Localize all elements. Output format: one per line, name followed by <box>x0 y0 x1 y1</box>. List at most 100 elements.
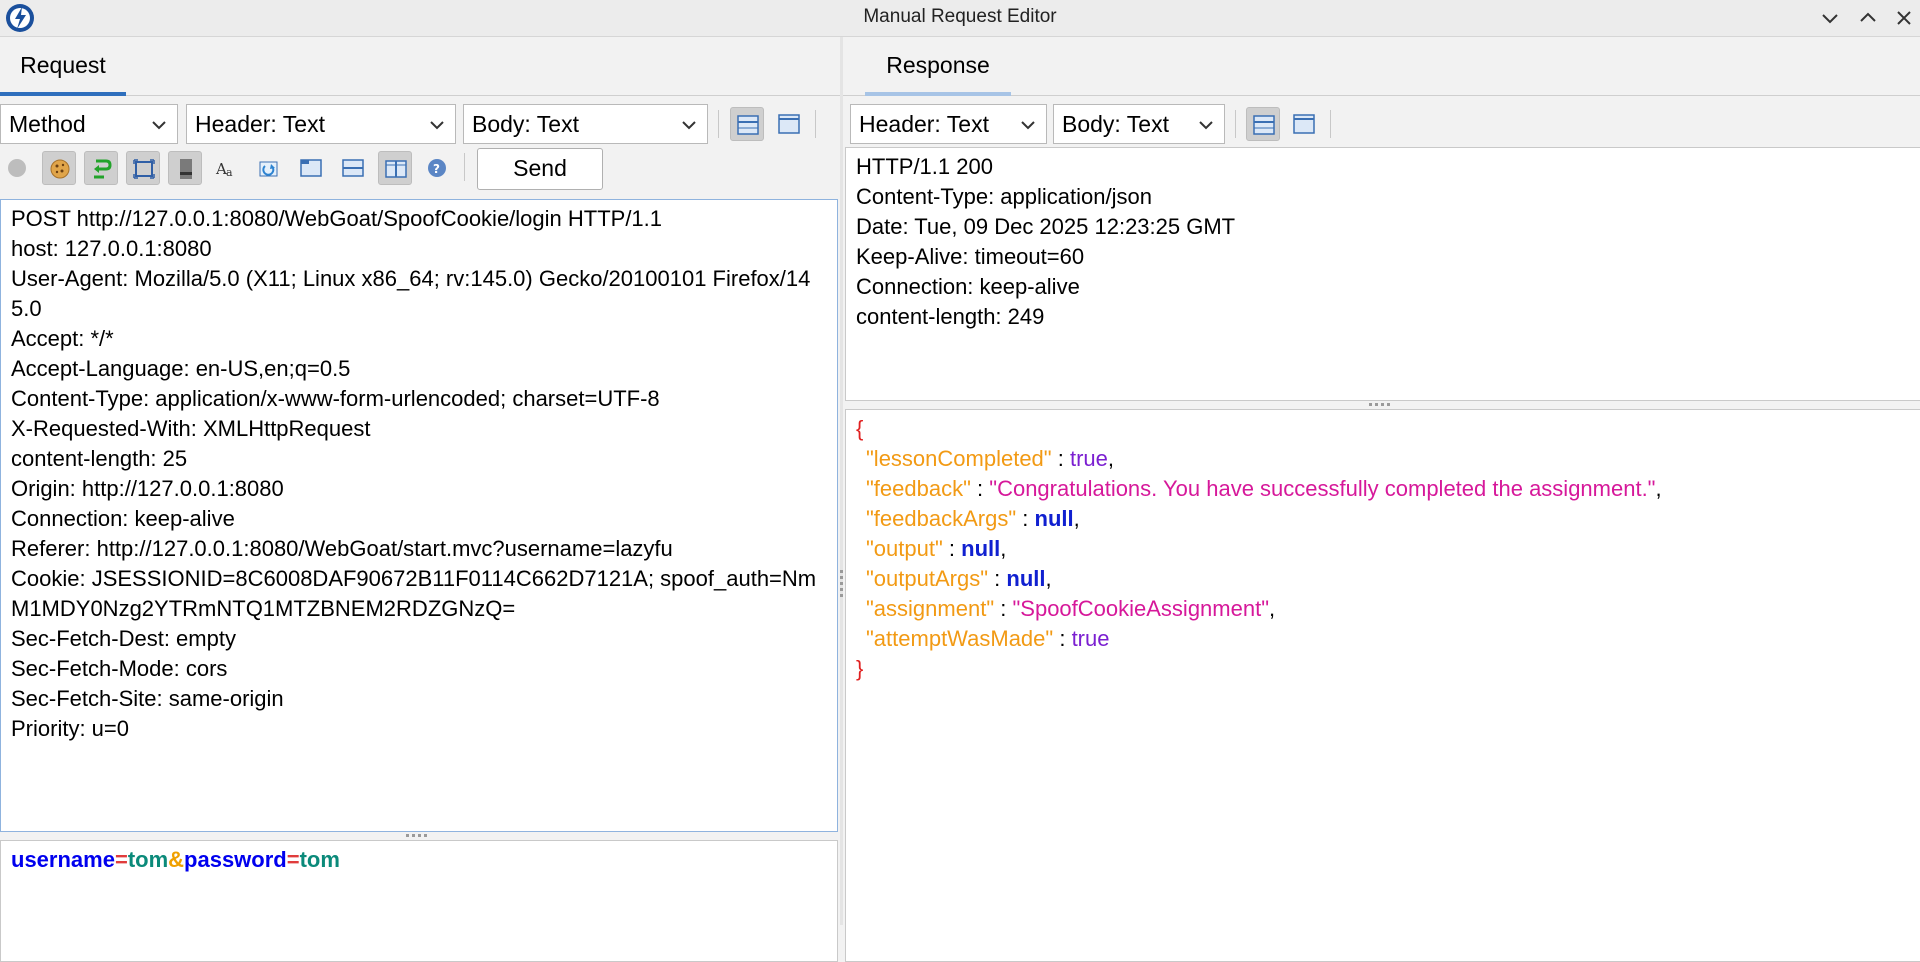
chevron-down-icon <box>430 121 444 130</box>
response-pane: Response Header: Text Body: Text HTTP/1.… <box>843 37 1920 962</box>
json-entry: "feedbackArgs" : null, <box>866 506 1080 531</box>
request-header-line: content-length: 25 <box>11 446 188 471</box>
request-header-format-value: Header: Text <box>195 111 325 137</box>
request-header-line: Connection: keep-alive <box>11 506 235 531</box>
json-key: "feedback" <box>866 476 971 501</box>
request-header-line: POST http://127.0.0.1:8080/WebGoat/Spoof… <box>11 206 663 231</box>
json-key: "assignment" <box>866 596 995 621</box>
follow-redirect-icon[interactable] <box>84 151 118 185</box>
body-param-value: tom <box>127 847 169 872</box>
minimize-button[interactable] <box>1818 6 1842 30</box>
response-tabstrip: Response <box>843 37 1920 96</box>
json-value: null <box>1006 566 1046 591</box>
request-header-line: Sec-Fetch-Site: same-origin <box>11 686 284 711</box>
json-value: null <box>961 536 1001 561</box>
record-icon[interactable] <box>0 151 34 185</box>
body-param-value: tom <box>299 847 340 872</box>
request-header-line: Sec-Fetch-Dest: empty <box>11 626 236 651</box>
request-header-line: Accept-Language: en-US,en;q=0.5 <box>11 356 351 381</box>
json-value: "SpoofCookieAssignment" <box>1012 596 1270 621</box>
split-vertical-layout-icon[interactable] <box>1246 107 1280 141</box>
vertical-scroll-icon[interactable] <box>168 151 202 185</box>
method-select[interactable]: Method <box>0 104 178 144</box>
json-value: true <box>1069 446 1108 471</box>
request-header-line: Priority: u=0 <box>11 716 129 741</box>
request-header-line: Sec-Fetch-Mode: cors <box>11 656 228 681</box>
response-body-viewer[interactable]: {"lessonCompleted" : true, "feedback" : "… <box>845 409 1920 962</box>
toolbar-separator <box>464 153 465 181</box>
close-button[interactable] <box>1892 6 1916 30</box>
response-header-format-select[interactable]: Header: Text <box>850 104 1047 144</box>
request-split-handle[interactable] <box>0 832 838 840</box>
cookie-icon[interactable] <box>42 151 76 185</box>
request-toolbar: Method Header: Text Body: Text <box>0 96 840 146</box>
request-header-line: Accept: */* <box>11 326 114 351</box>
send-button[interactable]: Send <box>477 148 603 190</box>
fit-window-icon[interactable] <box>126 151 160 185</box>
request-body-format-value: Body: Text <box>472 111 579 137</box>
toolbar-separator <box>1235 110 1236 138</box>
request-header-line: Origin: http://127.0.0.1:8080 <box>11 476 284 501</box>
panel-vertical-icon[interactable] <box>378 151 412 185</box>
response-body-format-select[interactable]: Body: Text <box>1053 104 1225 144</box>
refresh-icon[interactable] <box>252 151 286 185</box>
response-toolbar: Header: Text Body: Text <box>843 96 1920 146</box>
response-header-format-value: Header: Text <box>859 111 989 137</box>
request-header-format-select[interactable]: Header: Text <box>186 104 456 144</box>
response-header-line: Keep-Alive: timeout=60 <box>856 244 1085 269</box>
body-ampersand: & <box>168 847 185 872</box>
chevron-down-icon <box>152 121 166 130</box>
json-value: "Congratulations. You have successfully … <box>989 476 1656 501</box>
json-key: "feedbackArgs" <box>866 506 1017 531</box>
panel-horizontal-icon[interactable] <box>336 151 370 185</box>
json-entry: "feedback" : "Congratulations. You have … <box>866 476 1662 501</box>
response-header-viewer[interactable]: HTTP/1.1 200 Content-Type: application/js… <box>845 147 1920 401</box>
request-pane: Request Method Header: Text Body: Text A… <box>0 37 840 962</box>
request-body-editor[interactable]: username=tom&password=tom <box>0 840 838 962</box>
toolbar-separator <box>718 110 719 138</box>
method-select-value: Method <box>9 111 86 137</box>
response-split-handle[interactable] <box>843 401 1920 409</box>
request-action-bar: Aa ? Send <box>0 146 840 196</box>
json-key: "attemptWasMade" <box>866 626 1054 651</box>
json-value: null <box>1034 506 1074 531</box>
response-header-line: Content-Type: application/json <box>856 184 1152 209</box>
json-open-brace: { <box>856 416 864 441</box>
tab-response[interactable]: Response <box>865 37 1011 96</box>
split-horizontal-layout-icon[interactable] <box>1287 107 1321 141</box>
request-header-line: X-Requested-With: XMLHttpRequest <box>11 416 371 441</box>
json-entry: "lessonCompleted" : true, <box>866 446 1114 471</box>
request-header-line: Referer: http://127.0.0.1:8080/WebGoat/s… <box>11 536 673 561</box>
title-bar: Manual Request Editor <box>0 0 1920 37</box>
toolbar-separator <box>815 110 816 138</box>
tab-request[interactable]: Request <box>0 37 126 96</box>
request-body-format-select[interactable]: Body: Text <box>463 104 708 144</box>
response-header-line: Connection: keep-alive <box>856 274 1080 299</box>
maximize-button[interactable] <box>1856 6 1880 30</box>
chevron-down-icon <box>682 121 696 130</box>
svg-text:a: a <box>226 166 233 179</box>
chevron-down-icon <box>1021 121 1035 130</box>
json-entry: "attemptWasMade" : true <box>866 626 1110 651</box>
json-value: true <box>1071 626 1110 651</box>
request-tabstrip: Request <box>0 37 840 96</box>
request-header-editor[interactable]: POST http://127.0.0.1:8080/WebGoat/Spoof… <box>0 199 838 832</box>
response-header-line: content-length: 249 <box>856 304 1045 329</box>
request-header-line: Cookie: JSESSIONID=8C6008DAF90672B11F011… <box>11 566 817 621</box>
body-param-name: username <box>11 847 115 872</box>
split-vertical-layout-icon[interactable] <box>730 107 764 141</box>
body-equals: = <box>114 847 128 872</box>
font-icon[interactable]: Aa <box>210 151 244 185</box>
split-horizontal-layout-icon[interactable] <box>772 107 806 141</box>
response-header-line: HTTP/1.1 200 <box>856 154 993 179</box>
json-close-brace: } <box>856 656 864 681</box>
json-entry: "assignment" : "SpoofCookieAssignment", <box>866 596 1276 621</box>
request-header-line: User-Agent: Mozilla/5.0 (X11; Linux x86_… <box>11 266 811 321</box>
json-key: "output" <box>866 536 943 561</box>
response-body-format-value: Body: Text <box>1062 111 1169 137</box>
help-icon[interactable]: ? <box>420 151 454 185</box>
json-key: "lessonCompleted" <box>866 446 1052 471</box>
panel-tabs-icon[interactable] <box>294 151 328 185</box>
tab-request-label: Request <box>20 52 106 78</box>
window-title: Manual Request Editor <box>863 6 1057 27</box>
